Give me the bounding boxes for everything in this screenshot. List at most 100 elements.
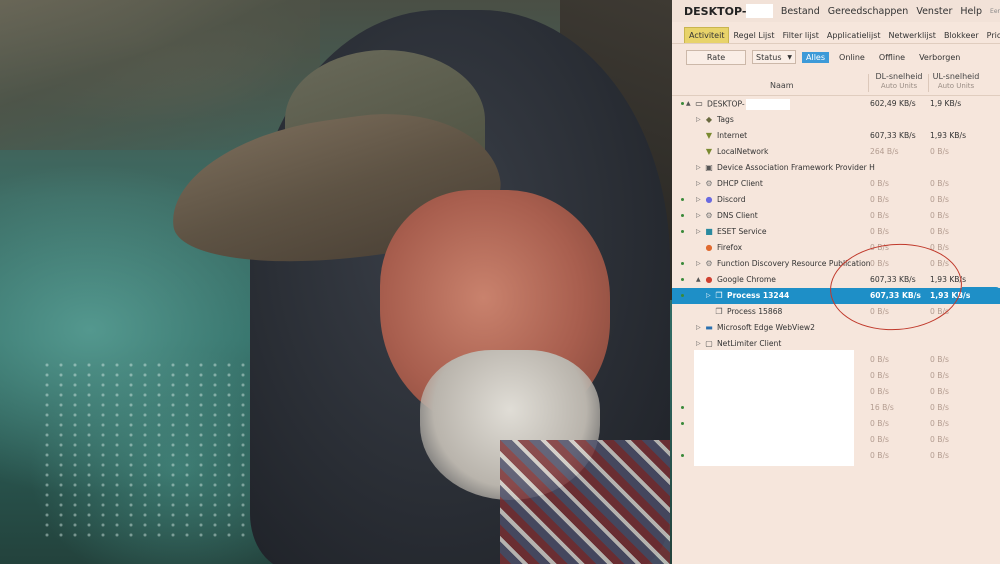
tree-row-name: Tags	[717, 115, 734, 124]
tab-applicatielijst[interactable]: Applicatielijst	[823, 28, 885, 43]
tree-row-name: Microsoft Edge WebView2	[717, 323, 815, 332]
discord-icon: ●	[705, 195, 713, 204]
tree-row[interactable]: ▲ ▭ DESKTOP- 602,49 KB/s 1,9 KB/s	[672, 96, 1000, 112]
netlimiter-icon: ▢	[705, 339, 713, 348]
filter-icon: ▼	[705, 147, 713, 156]
menu-bestand[interactable]: Bestand	[781, 6, 820, 17]
tree-row-label: NetLimiter Client	[717, 339, 782, 348]
gear-icon: ⚙	[705, 259, 713, 268]
expand-arrow-icon[interactable]: ▷	[696, 340, 701, 347]
dl-speed-value: 0 B/s	[870, 195, 889, 204]
tree-row[interactable]: ▼ Internet 607,33 KB/s 1,93 KB/s	[672, 128, 1000, 144]
tree-row-name: Device Association Framework Provider H	[717, 163, 875, 172]
tab-netwerklijst[interactable]: Netwerklijst	[885, 28, 940, 43]
photo-shirt	[500, 440, 670, 564]
filter-verborgen[interactable]: Verborgen	[915, 52, 964, 63]
monitor-icon: ▭	[695, 99, 703, 108]
menu-help[interactable]: Help	[960, 6, 982, 17]
tree-row[interactable]: ▷ ▣ Device Association Framework Provider …	[672, 160, 1000, 176]
redacted-area	[694, 350, 854, 466]
column-header: Naam DL-snelheid Auto Units UL-snelheid …	[672, 70, 1000, 96]
tab-regel-lijst[interactable]: Regel Lijst	[729, 28, 778, 43]
activity-dot-icon	[681, 406, 684, 409]
tree-row-name: Process 15868	[727, 307, 782, 316]
ul-speed-value: 0 B/s	[930, 195, 949, 204]
tab-activiteit[interactable]: Activiteit	[684, 27, 730, 43]
firefox-icon: ●	[705, 243, 713, 252]
expand-arrow-icon[interactable]: ▷	[696, 164, 701, 171]
redacted-hostname	[746, 4, 773, 18]
tree-row-name: Internet	[717, 131, 747, 140]
activity-dot-icon	[681, 454, 684, 457]
ul-speed-value: 0 B/s	[930, 387, 949, 396]
activity-dot-icon	[681, 214, 684, 217]
activity-dot-icon	[681, 102, 684, 105]
filter-icon: ▼	[705, 131, 713, 140]
expand-arrow-icon[interactable]: ▷	[696, 116, 701, 123]
tree-row-name: LocalNetwork	[717, 147, 768, 156]
expand-arrow-icon[interactable]: ▷	[696, 260, 701, 267]
tab-filter-lijst[interactable]: Filter lijst	[779, 28, 823, 43]
tree-row[interactable]: ▷ ⚙ DHCP Client 0 B/s 0 B/s	[672, 176, 1000, 192]
tree-row-name: DNS Client	[717, 211, 758, 220]
filter-alles[interactable]: Alles	[802, 51, 830, 63]
activity-dot-icon	[681, 294, 684, 297]
tree-row-label: DHCP Client	[717, 179, 763, 188]
collapse-arrow-icon[interactable]: ▲	[696, 276, 701, 283]
ul-speed-value: 0 B/s	[930, 179, 949, 188]
menu-gereedschappen[interactable]: Gereedschappen	[828, 6, 909, 17]
tree-row[interactable]: ● Firefox 0 B/s 0 B/s	[672, 240, 1000, 256]
dl-speed-value: 16 B/s	[870, 403, 894, 412]
desktop-background-photo	[0, 0, 672, 564]
column-ul-snelheid[interactable]: UL-snelheid Auto Units	[930, 72, 982, 90]
menu-eer[interactable]: Eer	[990, 8, 1000, 15]
tree-row-label: DESKTOP-	[707, 99, 745, 109]
status-dropdown[interactable]: Status ▼	[752, 50, 796, 64]
gear-icon: ⚙	[705, 211, 713, 220]
dl-speed-value: 0 B/s	[870, 387, 889, 396]
expand-arrow-icon[interactable]: ▷	[696, 212, 701, 219]
tree-row[interactable]: ▷ ⚙ DNS Client 0 B/s 0 B/s	[672, 208, 1000, 224]
expand-arrow-icon[interactable]: ▷	[696, 324, 701, 331]
tree-row-label: ESET Service	[717, 227, 767, 236]
activity-dot-icon	[681, 278, 684, 281]
tab-blokkeer[interactable]: Blokkeer	[940, 28, 983, 43]
tab-prioriteit[interactable]: Prioriteit	[983, 28, 1000, 43]
collapse-arrow-icon[interactable]: ▲	[686, 100, 691, 107]
tree-row-name: DESKTOP-	[707, 99, 790, 110]
ul-speed-value: 0 B/s	[930, 435, 949, 444]
tree-row[interactable]: ▷ ▬ Microsoft Edge WebView2	[672, 320, 1000, 336]
ul-speed-value: 1,9 KB/s	[930, 99, 962, 108]
title-bar: DESKTOP- Bestand Gereedschappen Venster …	[672, 0, 1000, 22]
tree-row[interactable]: ▷ ◆ Tags	[672, 112, 1000, 128]
rate-button[interactable]: Rate	[686, 49, 746, 65]
tree-row-name: NetLimiter Client	[717, 339, 781, 348]
column-dl-snelheid[interactable]: DL-snelheid Auto Units	[870, 72, 928, 90]
menu-venster[interactable]: Venster	[916, 6, 952, 17]
ul-speed-value: 0 B/s	[930, 355, 949, 364]
dl-speed-value: 0 B/s	[870, 419, 889, 428]
chrome-icon: ●	[705, 275, 713, 284]
column-divider[interactable]	[928, 74, 929, 92]
tree-row-name: Discord	[717, 195, 746, 204]
ul-speed-value: 0 B/s	[930, 451, 949, 460]
expand-arrow-icon[interactable]: ▷	[696, 228, 701, 235]
expand-arrow-icon[interactable]: ▷	[706, 292, 711, 299]
tree-row[interactable]: ▷ ■ ESET Service 0 B/s 0 B/s	[672, 224, 1000, 240]
expand-arrow-icon[interactable]: ▷	[696, 180, 701, 187]
dl-speed-value: 0 B/s	[870, 179, 889, 188]
tree-row-label: Internet	[717, 131, 748, 140]
tree-row[interactable]: ▷ ● Discord 0 B/s 0 B/s	[672, 192, 1000, 208]
tree-row-label: Process 13244	[727, 291, 790, 300]
ul-speed-value: 0 B/s	[930, 403, 949, 412]
column-naam[interactable]: Naam	[770, 81, 794, 90]
tree-row-name: DHCP Client	[717, 179, 763, 188]
activity-dot-icon	[681, 198, 684, 201]
filter-offline[interactable]: Offline	[875, 52, 909, 63]
filter-online[interactable]: Online	[835, 52, 869, 63]
expand-arrow-icon[interactable]: ▷	[696, 196, 701, 203]
tree-row-label: DNS Client	[717, 211, 758, 220]
tree-row[interactable]: ▼ LocalNetwork 264 B/s 0 B/s	[672, 144, 1000, 160]
redacted-hostname	[745, 99, 790, 110]
column-divider[interactable]	[868, 74, 869, 92]
